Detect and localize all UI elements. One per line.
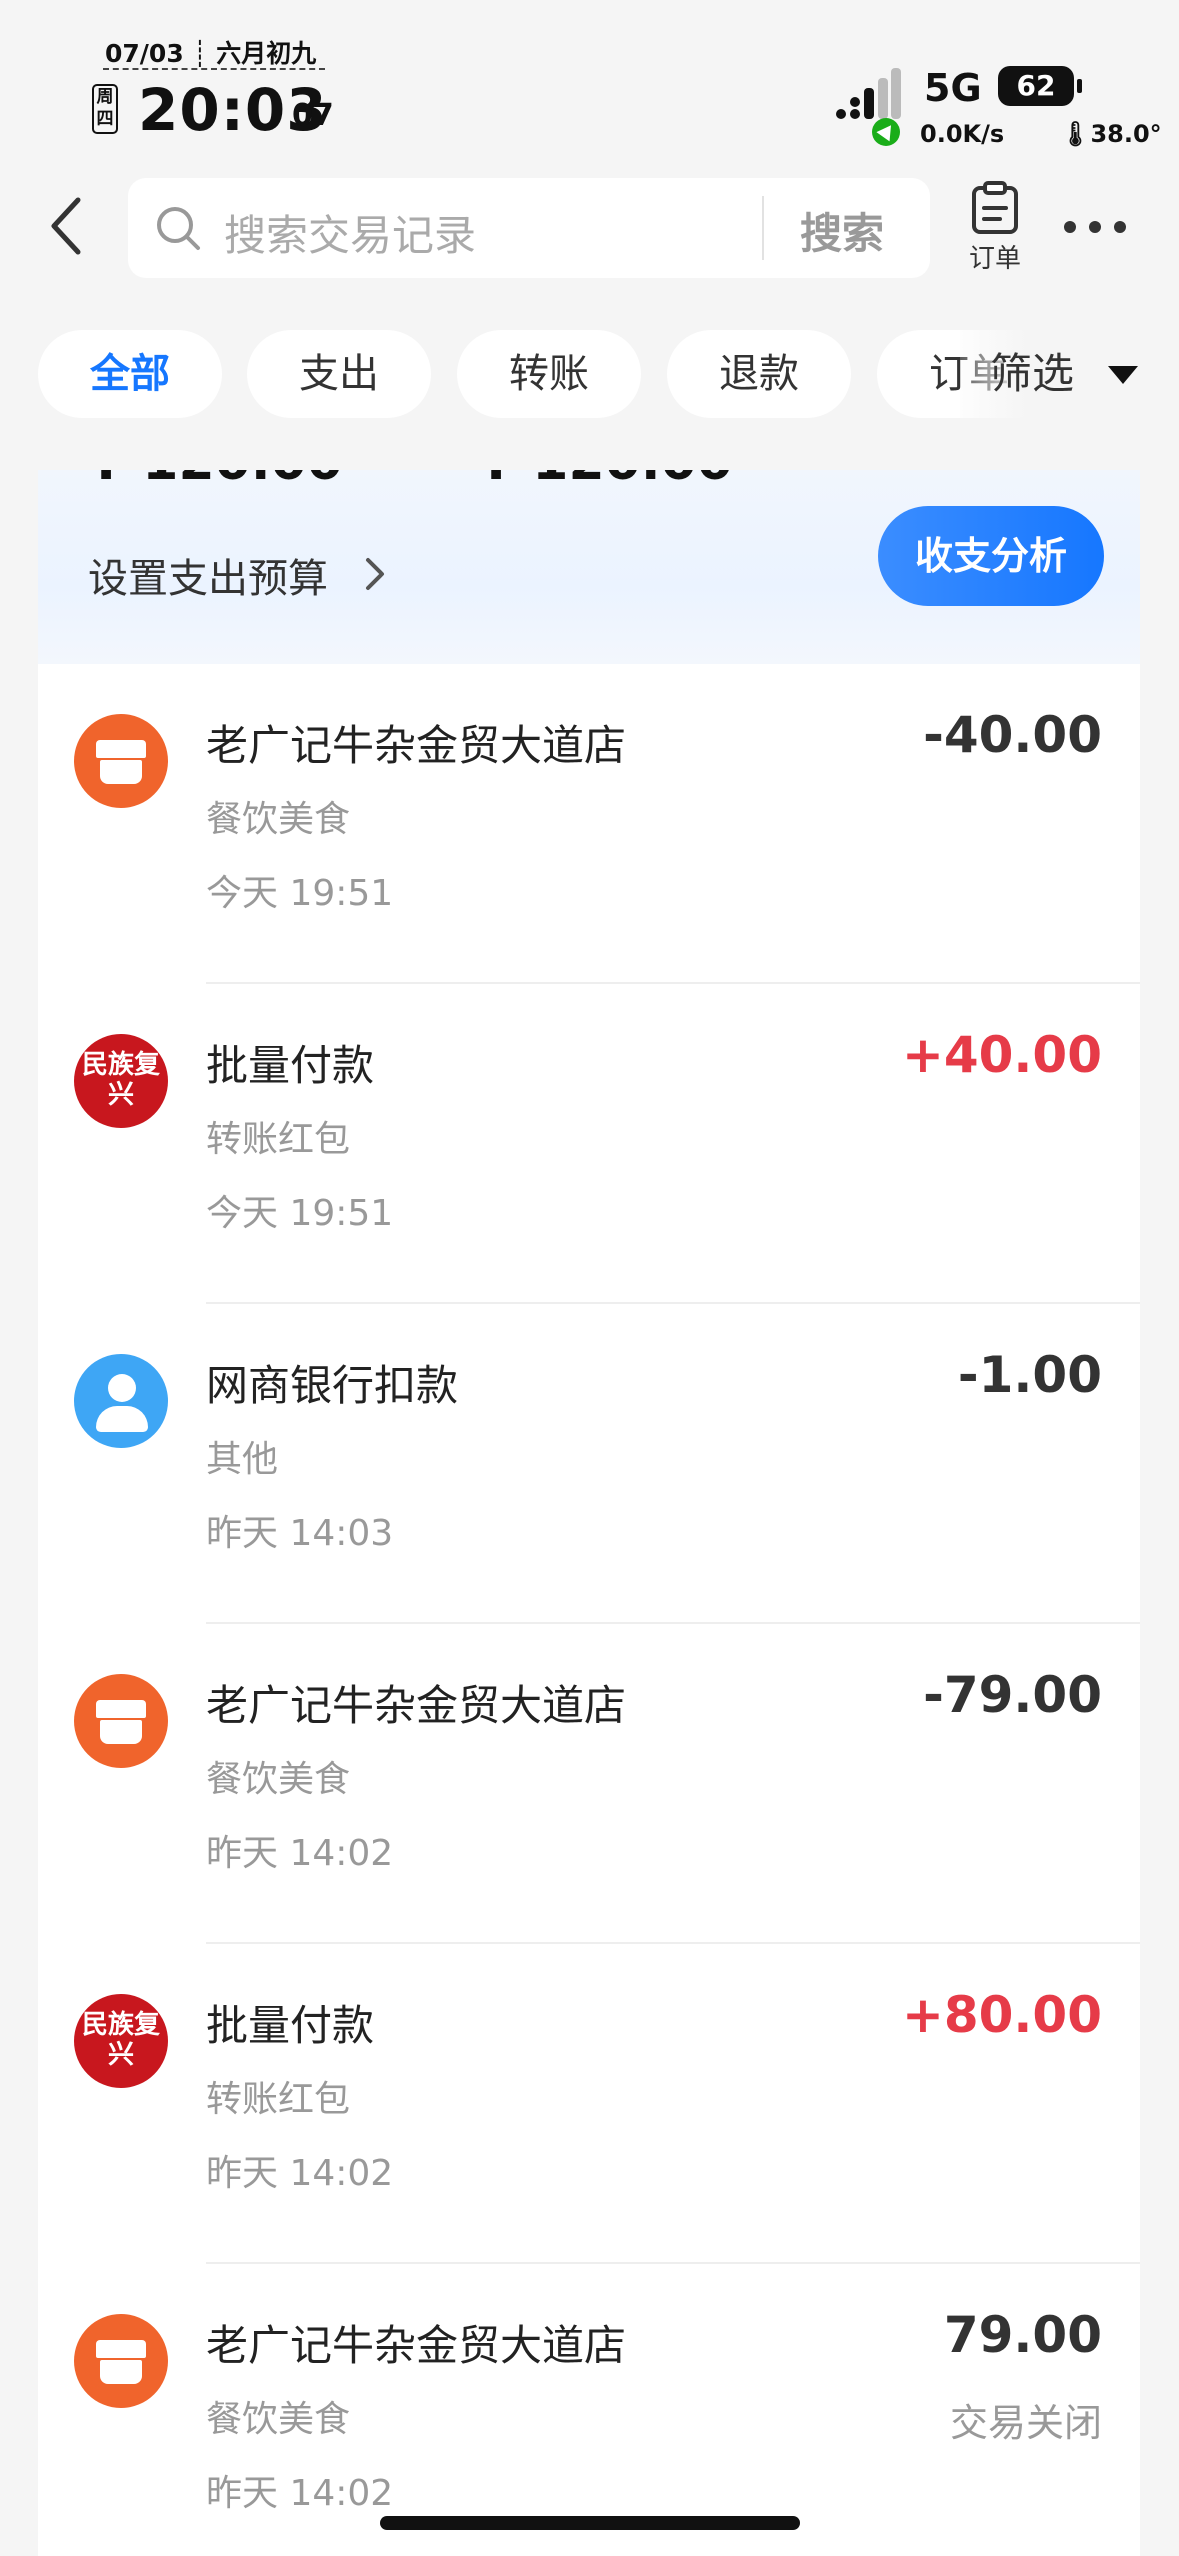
summary-panel: ¥ 120.00 ¥ 120.00 设置支出预算 收支分析 (38, 470, 1140, 664)
table-row[interactable]: 民族复兴 批量付款 转账红包 今天 19:51 +40.00 (38, 984, 1140, 1304)
home-indicator[interactable] (380, 2516, 800, 2530)
shop-icon (74, 2314, 168, 2408)
clipboard-icon (972, 181, 1018, 234)
row-amount: -40.00 (923, 706, 1102, 764)
row-amount: 79.00 (943, 2306, 1102, 2364)
tab-all[interactable]: 全部 (38, 330, 222, 418)
row-amount: -79.00 (923, 1666, 1102, 1724)
status-date: 07/03 ┊ 六月初九 (105, 39, 317, 68)
row-time: 昨天 14:02 (206, 2473, 394, 2514)
transactions-card: ¥ 120.00 ¥ 120.00 设置支出预算 收支分析 老广记牛杂金贸大道店… (38, 470, 1140, 2556)
red-badge-icon: 民族复兴 (74, 1994, 168, 2088)
row-category: 餐饮美食 (206, 1759, 351, 1800)
status-bar: 07/03 ┊ 六月初九 周四 20:03 07 5G 62 0.0K/s 🌡3… (0, 0, 1179, 160)
category-tabs: 全部 支出 转账 退款 订单 筛选 (0, 330, 1179, 418)
summary-amount-right: ¥ 120.00 (478, 470, 733, 492)
chevron-right-icon[interactable] (360, 554, 388, 594)
order-button[interactable]: 订单 (960, 180, 1030, 280)
battery-icon: 62 (998, 66, 1082, 106)
row-time: 昨天 14:03 (206, 1513, 394, 1554)
row-category: 餐饮美食 (206, 799, 351, 840)
table-row[interactable]: 老广记牛杂金贸大道店 餐饮美食 昨天 14:02 79.00 交易关闭 (38, 2264, 1140, 2556)
row-category: 转账红包 (206, 2079, 351, 2120)
row-time: 今天 19:51 (206, 873, 394, 914)
shop-icon (74, 1674, 168, 1768)
row-category: 转账红包 (206, 1119, 351, 1160)
more-icon[interactable] (1060, 212, 1130, 242)
location-icon (872, 118, 900, 146)
row-time: 今天 19:51 (206, 1193, 394, 1234)
shop-icon (74, 714, 168, 808)
red-badge-icon: 民族复兴 (74, 1034, 168, 1128)
order-label: 订单 (968, 244, 1021, 274)
row-status: 交易关闭 (949, 2401, 1102, 2445)
search-input[interactable]: 搜索交易记录 (224, 202, 476, 263)
row-title: 老广记牛杂金贸大道店 (206, 2321, 627, 2370)
search-button[interactable]: 搜索 (800, 200, 884, 261)
summary-amount-left: ¥ 120.00 (88, 470, 343, 492)
table-row[interactable]: 老广记牛杂金贸大道店 餐饮美食 今天 19:51 -40.00 (38, 664, 1140, 984)
row-time: 昨天 14:02 (206, 2153, 394, 2194)
row-title: 批量付款 (206, 1041, 375, 1090)
net-speed: 0.0K/s (920, 120, 1005, 148)
temperature: 🌡38.0° (1060, 120, 1162, 148)
row-amount: +80.00 (901, 1986, 1102, 2044)
user-icon (74, 1354, 168, 1448)
row-amount: -1.00 (957, 1346, 1102, 1404)
transaction-records-screen: 07/03 ┊ 六月初九 周四 20:03 07 5G 62 0.0K/s 🌡3… (0, 0, 1179, 2556)
row-category: 餐饮美食 (206, 2399, 351, 2440)
status-weekday: 周四 (92, 84, 118, 134)
status-seconds: 07 (292, 98, 334, 133)
analysis-button[interactable]: 收支分析 (878, 506, 1104, 606)
tab-expense[interactable]: 支出 (247, 330, 431, 418)
tab-refund[interactable]: 退款 (667, 330, 851, 418)
row-amount: +40.00 (901, 1026, 1102, 1084)
signal-icon (836, 68, 901, 119)
row-title: 网商银行扣款 (206, 1361, 459, 1410)
row-title: 老广记牛杂金贸大道店 (206, 1681, 627, 1730)
caret-down-icon[interactable] (1108, 366, 1138, 384)
row-category: 其他 (206, 1439, 279, 1480)
search-divider (762, 196, 764, 260)
back-icon[interactable] (40, 190, 96, 262)
search-bar[interactable]: 搜索交易记录 搜索 (128, 178, 930, 278)
network-type: 5G (924, 66, 982, 110)
search-icon (157, 207, 200, 250)
tab-transfer[interactable]: 转账 (457, 330, 641, 418)
budget-link[interactable]: 设置支出预算 (88, 546, 328, 604)
table-row[interactable]: 网商银行扣款 其他 昨天 14:03 -1.00 (38, 1304, 1140, 1624)
row-title: 老广记牛杂金贸大道店 (206, 721, 627, 770)
filter-button[interactable]: 筛选 (990, 330, 1074, 418)
status-divider (103, 68, 325, 70)
row-title: 批量付款 (206, 2001, 375, 2050)
table-row[interactable]: 老广记牛杂金贸大道店 餐饮美食 昨天 14:02 -79.00 (38, 1624, 1140, 1944)
row-time: 昨天 14:02 (206, 1833, 394, 1874)
table-row[interactable]: 民族复兴 批量付款 转账红包 昨天 14:02 +80.00 (38, 1944, 1140, 2264)
